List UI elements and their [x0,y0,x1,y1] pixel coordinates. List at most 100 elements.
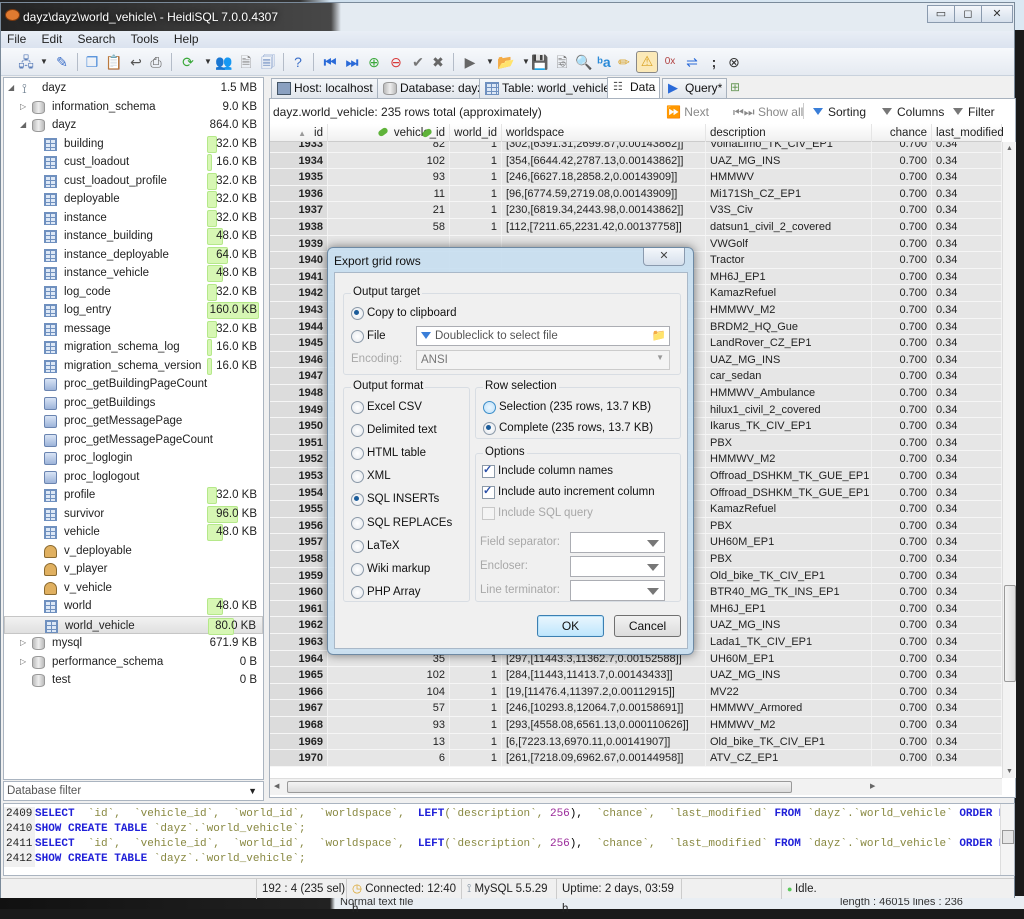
folder-browse-icon[interactable]: 📁 [652,328,666,342]
table-row[interactable]: 1934 102 1 [354,[6644.42,2787.13,0.00143862… [270,152,1002,170]
load-sql-icon[interactable]: 📂 [497,53,515,71]
cell-last-modified[interactable]: 0.34 [932,567,1002,584]
cell-description[interactable]: Ikarus_TK_CIV_EP1 [706,418,872,434]
tree-item-proc[interactable]: proc_getBuildings [4,394,263,413]
tree-item-table[interactable]: cust_loadout_profile 32.0 KB [4,172,263,191]
cell-id[interactable]: 1961 [270,600,328,617]
include-auto-increment-checkbox[interactable]: Include auto increment column [482,484,655,499]
menu-search[interactable]: Search [77,31,115,48]
sql-log[interactable]: 2412 SHOW CREATE TABLE `dayz`.`world_vehi… [3,803,1015,876]
cell-chance[interactable]: 0.700 [872,169,932,185]
find-icon[interactable]: 🔍 [575,53,593,71]
cell-chance[interactable]: 0.700 [872,584,932,600]
include-sql-query-checkbox[interactable]: Include SQL query [482,506,593,520]
cell-vehicle-id[interactable]: 57 [328,700,450,716]
scroll-thumb[interactable] [1002,830,1014,844]
format-radio-xml[interactable]: XML [351,469,391,484]
undo-icon[interactable]: ↩ [127,53,145,71]
cell-worldspace[interactable]: [19,[11476.4,11397.2,0.00112915]] [502,683,706,700]
cell-world-id[interactable]: 1 [450,733,502,750]
format-radio-delimited-text[interactable]: Delimited text [351,423,437,438]
cell-chance[interactable]: 0.700 [872,351,932,368]
tab-query[interactable]: ▶ Query* [662,78,728,98]
cell-chance[interactable]: 0.700 [872,318,932,335]
cell-last-modified[interactable]: 0.34 [932,368,1002,384]
cell-id[interactable]: 1952 [270,451,328,467]
column-header-chance[interactable]: chance [872,124,932,142]
cell-chance[interactable]: 0.700 [872,418,932,434]
cell-world-id[interactable]: 1 [450,667,502,683]
table-row[interactable]: 1965 102 1 [284,[11443,11413.7,0.00143433]]… [270,667,1002,684]
cell-chance[interactable]: 0.700 [872,617,932,633]
cell-id[interactable]: 1939 [270,235,328,252]
cell-last-modified[interactable]: 0.34 [932,302,1002,318]
table-row[interactable]: 1969 13 1 [6,[7223.13,6970.11,0.00141907]] O… [270,733,1002,751]
cell-chance[interactable]: 0.700 [872,302,932,318]
run-query-icon[interactable]: ▶ [461,53,479,71]
cell-vehicle-id[interactable]: 58 [328,219,450,235]
cell-worldspace[interactable]: [6,[7223.13,6970.11,0.00141907]] [502,733,706,750]
paste-icon[interactable]: 📋 [105,53,123,71]
copy-icon[interactable]: ❐ [83,53,101,71]
cell-chance[interactable]: 0.700 [872,501,932,517]
cell-chance[interactable]: 0.700 [872,385,932,401]
cell-id[interactable]: 1945 [270,335,328,351]
cell-world-id[interactable]: 1 [450,185,502,202]
cell-id[interactable]: 1950 [270,418,328,434]
sorting-button[interactable]: Sorting [813,105,866,119]
tree-item-table[interactable]: deployable 32.0 KB [4,190,263,209]
cell-last-modified[interactable]: 0.34 [932,185,1002,202]
cell-chance[interactable]: 0.700 [872,335,932,351]
column-header-description[interactable]: description [706,124,872,142]
cell-id[interactable]: 1933 [270,142,328,152]
cell-worldspace[interactable]: [246,[6627.18,2858.2,0.00143909]] [502,169,706,185]
show-all-button[interactable]: ⏮⏭ Show all [733,105,803,120]
cell-chance[interactable]: 0.700 [872,733,932,750]
tree-item-table[interactable]: instance_building 48.0 KB [4,227,263,246]
cell-id[interactable]: 1960 [270,584,328,600]
cell-id[interactable]: 1935 [270,169,328,185]
cell-world-id[interactable]: 1 [450,202,502,218]
save-sql-icon[interactable]: 💾 [531,53,549,71]
add-record-icon[interactable]: ⊕ [365,53,383,71]
cell-description[interactable]: HMMWV_M2 [706,451,872,467]
cell-chance[interactable]: 0.700 [872,700,932,716]
cell-description[interactable]: UAZ_MG_INS [706,667,872,683]
tree-item-database[interactable]: test 0 B [4,671,263,690]
columns-button[interactable]: Columns [882,105,944,119]
cell-last-modified[interactable]: 0.34 [932,252,1002,268]
cell-worldspace[interactable]: [293,[4558.08,6561.13,0.000110626]] [502,717,706,733]
tree-item-table[interactable]: message 32.0 KB [4,320,263,339]
cell-chance[interactable]: 0.700 [872,285,932,301]
cell-id[interactable]: 1951 [270,434,328,451]
cell-description[interactable]: MH6J_EP1 [706,268,872,285]
tree-item-server[interactable]: ◢ ⟟ dayz 1.5 MB [4,79,263,98]
cell-last-modified[interactable]: 0.34 [932,385,1002,401]
cell-id[interactable]: 1947 [270,368,328,384]
column-header-worldspace[interactable]: worldspace [502,124,706,142]
column-header-world-id[interactable]: world_id [421,124,502,142]
cell-chance[interactable]: 0.700 [872,434,932,451]
format-radio-latex[interactable]: LaTeX [351,539,400,553]
cell-id[interactable]: 1954 [270,484,328,501]
cell-chance[interactable]: 0.700 [872,567,932,584]
table-row[interactable]: 1935 93 1 [246,[6627.18,2858.2,0.00143909]]… [270,169,1002,186]
cell-description[interactable]: V3S_Civ [706,202,872,218]
next-button[interactable]: ⏩ Next [666,105,709,119]
cell-last-modified[interactable]: 0.34 [932,235,1002,252]
cell-description[interactable]: Offroad_DSHKM_TK_GUE_EP1 [706,468,872,484]
filter-button[interactable]: Filter [953,105,995,119]
cell-description[interactable]: Old_bike_TK_CIV_EP1 [706,567,872,584]
expand-icon[interactable]: ▷ [20,634,26,653]
cell-last-modified[interactable]: 0.34 [932,219,1002,235]
delete-record-icon[interactable]: ⊖ [387,53,405,71]
tab-database[interactable]: Database: dayz [377,78,489,98]
cell-vehicle-id[interactable]: 11 [328,185,450,202]
cell-description[interactable]: VolhaLimo_TK_CIV_EP1 [706,142,872,152]
cell-last-modified[interactable]: 0.34 [932,750,1002,766]
wrap-icon[interactable]: ⇌ [683,53,701,71]
scroll-up-icon[interactable]: ▲ [1006,145,1013,152]
cell-id[interactable]: 1968 [270,717,328,733]
dialog-close-button[interactable]: ✕ [643,248,685,266]
cell-chance[interactable]: 0.700 [872,717,932,733]
